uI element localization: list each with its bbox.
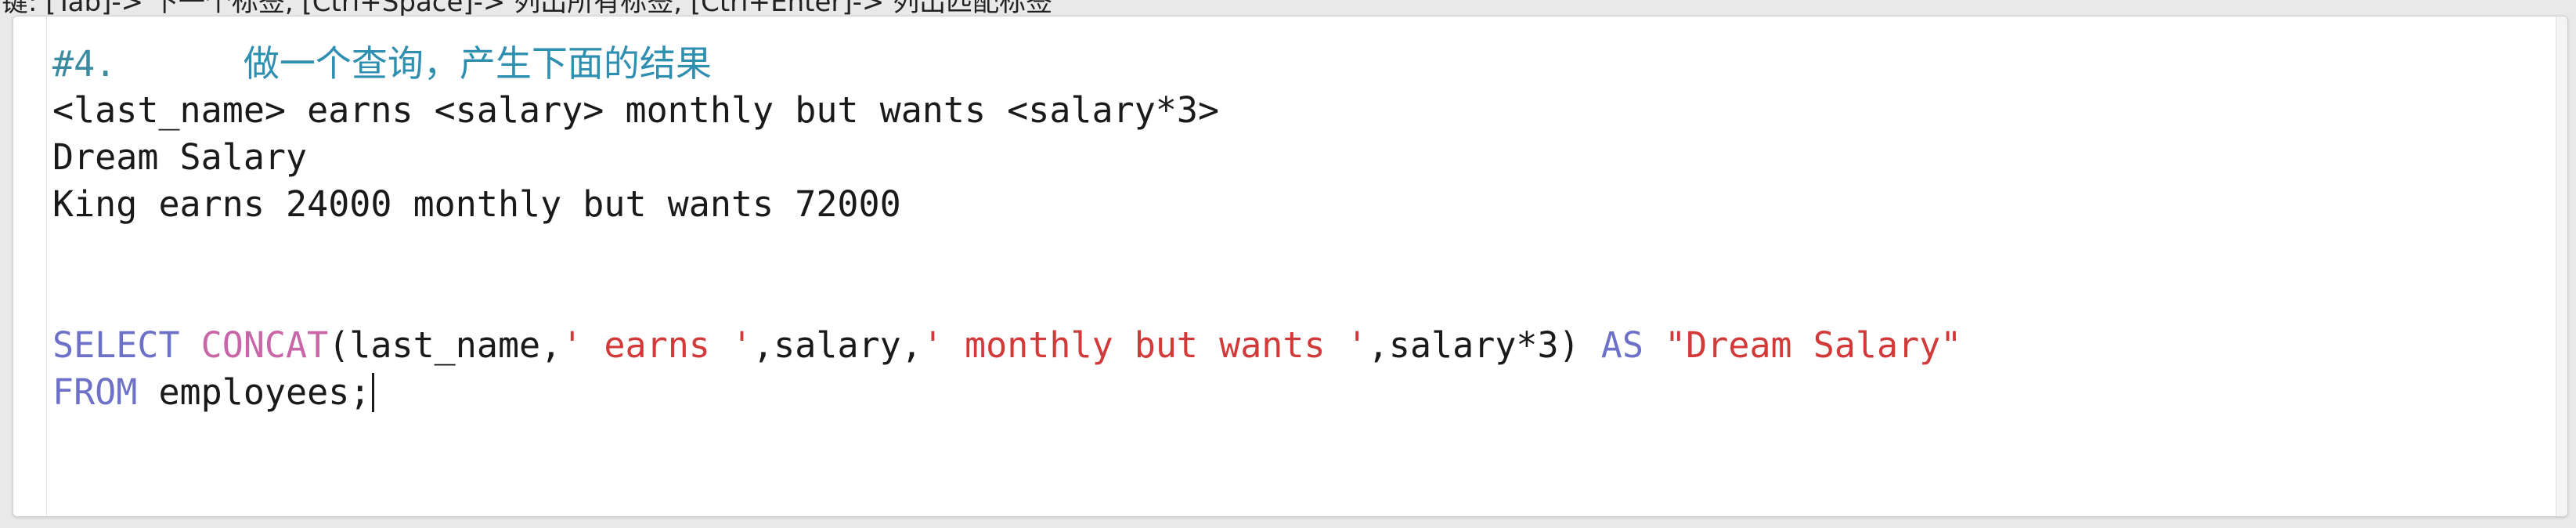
editor-gutter xyxy=(13,16,47,516)
code-text: <last_name> earns <salary> monthly but w… xyxy=(52,89,1220,131)
code-line[interactable]: #4. 做一个查询，产生下面的结果 xyxy=(52,40,2552,87)
shortcut-hint-text: 键: [Tab]-> 下一个标签, [Ctrl+Space]-> 列出所有标签,… xyxy=(2,0,1053,18)
sql-string: ' monthly but wants ' xyxy=(922,324,1368,366)
sql-keyword: FROM xyxy=(52,371,138,413)
code-editor[interactable]: #4. 做一个查询，产生下面的结果 <last_name> earns <sala… xyxy=(13,16,2568,517)
sql-string: "Dream Salary" xyxy=(1665,324,1962,366)
code-line[interactable]: FROM employees; xyxy=(52,369,2552,416)
code-line[interactable]: Dream Salary xyxy=(52,134,2552,181)
code-area[interactable]: #4. 做一个查询，产生下面的结果 <last_name> earns <sala… xyxy=(52,40,2552,416)
code-line[interactable] xyxy=(52,228,2552,275)
code-text: ,salary, xyxy=(752,324,922,366)
code-text: Dream Salary xyxy=(52,136,308,178)
sql-string: ' earns ' xyxy=(561,324,753,366)
code-line[interactable]: King earns 24000 monthly but wants 72000 xyxy=(52,181,2552,228)
code-text: employees; xyxy=(137,371,371,413)
comment-text: #4. xyxy=(52,43,244,85)
vertical-scrollbar[interactable] xyxy=(2556,16,2567,516)
sql-function: CONCAT xyxy=(200,324,329,366)
code-text: (last_name, xyxy=(328,324,562,366)
text-cursor xyxy=(372,373,375,412)
sql-keyword: SELECT xyxy=(52,324,180,366)
code-line[interactable]: <last_name> earns <salary> monthly but w… xyxy=(52,87,2552,134)
code-text: King earns 24000 monthly but wants 72000 xyxy=(52,183,901,225)
code-line[interactable] xyxy=(52,275,2552,322)
sql-keyword: AS xyxy=(1600,324,1643,366)
comment-text: 做一个查询，产生下面的结果 xyxy=(243,42,712,85)
code-text: ,salary*3) xyxy=(1367,324,1601,366)
code-line[interactable]: SELECT CONCAT(last_name,' earns ',salary… xyxy=(52,322,2552,369)
sql-editor-window: 键: [Tab]-> 下一个标签, [Ctrl+Space]-> 列出所有标签,… xyxy=(0,0,2576,528)
